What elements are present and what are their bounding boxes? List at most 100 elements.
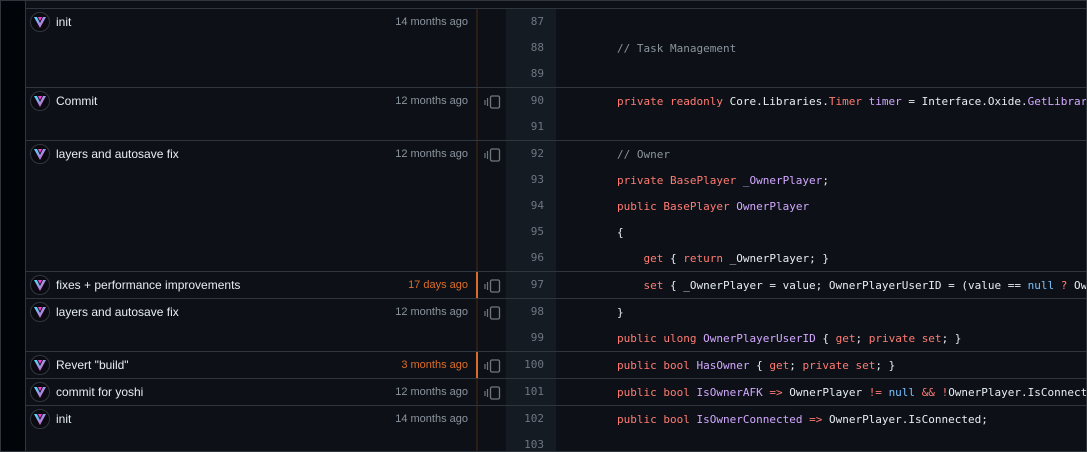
code-line: 88 // Task Management [506, 35, 1086, 61]
blame-hunk: fixes + performance improvements 17 days… [26, 271, 1086, 298]
reblame-icon[interactable] [483, 306, 501, 351]
line-number[interactable]: 90 [506, 88, 556, 114]
line-number[interactable]: 99 [506, 325, 556, 351]
code-token: _OwnerPlayer; } [722, 251, 829, 265]
line-number[interactable]: 92 [506, 141, 556, 167]
line-number[interactable]: 94 [506, 193, 556, 219]
code-text: public bool HasOwner { get; private set;… [556, 359, 895, 372]
commit-message-link[interactable]: init [56, 412, 395, 426]
code-line: 95 { [506, 219, 1086, 245]
reblame-icon[interactable] [483, 148, 501, 271]
code-token: { [815, 331, 836, 345]
code-token: get [643, 251, 664, 265]
code-line: 101 public bool IsOwnerAFK => OwnerPlaye… [506, 379, 1087, 405]
code-token: null [888, 385, 916, 399]
code-token: private [616, 94, 664, 108]
commit-message-link[interactable]: fixes + performance improvements [56, 278, 408, 292]
reblame-icon[interactable] [483, 386, 501, 405]
code-token: } [564, 305, 624, 319]
line-number[interactable]: 102 [506, 406, 556, 432]
code-line: 102 public bool IsOwnerConnected => Owne… [506, 406, 1086, 432]
blame-hunk: layers and autosave fix 12 months ago 92… [26, 140, 1086, 271]
author-avatar-icon[interactable] [30, 382, 50, 402]
code-token: public [616, 358, 657, 372]
commit-age: 12 months ago [395, 306, 468, 318]
code-line: 97 set { _OwnerPlayer = value; OwnerPlay… [506, 272, 1087, 298]
blame-view: init 14 months ago 87 88 // Task Manageme… [0, 0, 1087, 452]
line-number[interactable]: 95 [506, 219, 556, 245]
code-token: private [616, 173, 664, 187]
blame-commit-info: layers and autosave fix 12 months ago [26, 141, 476, 271]
author-avatar-icon[interactable] [30, 144, 50, 164]
code-line: 100 public bool HasOwner { get; private … [506, 352, 1086, 378]
line-number[interactable]: 96 [506, 245, 556, 271]
code-token: => [809, 412, 823, 426]
author-avatar-icon[interactable] [30, 275, 50, 295]
line-number[interactable]: 88 [506, 35, 556, 61]
author-avatar-icon[interactable] [30, 302, 50, 322]
code-token: && [921, 385, 935, 399]
code-token: OwnerPlayer [782, 385, 869, 399]
code-token: private [868, 331, 916, 345]
author-avatar-icon[interactable] [30, 91, 50, 111]
blame-commit-info: commit for yoshi 12 months ago [26, 379, 476, 405]
reblame-icon[interactable] [483, 95, 501, 140]
code-token: GetLibrary [1027, 94, 1087, 108]
line-number[interactable]: 98 [506, 299, 556, 325]
code-token: { [749, 358, 770, 372]
commit-message-link[interactable]: Revert "build" [56, 358, 401, 372]
code-text: // Task Management [556, 42, 736, 55]
commit-age: 12 months ago [395, 95, 468, 107]
code-token: _OwnerPlayer [742, 173, 823, 187]
code-token: bool [663, 412, 690, 426]
code-token: set [855, 358, 876, 372]
line-number[interactable]: 89 [506, 61, 556, 87]
commit-message-link[interactable]: layers and autosave fix [56, 305, 395, 319]
code-token: BasePlayer [663, 199, 730, 213]
commit-message-link[interactable]: init [56, 15, 395, 29]
reblame-icon[interactable] [483, 279, 501, 298]
code-line: 92 // Owner [506, 141, 1086, 167]
code-token: Core.Libraries. [722, 94, 829, 108]
line-number[interactable]: 103 [506, 432, 556, 451]
code-token: set [643, 278, 664, 292]
line-number[interactable]: 97 [506, 272, 556, 298]
code-token: bool [663, 358, 690, 372]
author-avatar-icon[interactable] [30, 355, 50, 375]
commit-message-link[interactable]: Commit [56, 94, 395, 108]
code-text: public bool IsOwnerConnected => OwnerPla… [556, 413, 988, 426]
reblame-icon[interactable] [483, 359, 501, 378]
line-number[interactable]: 91 [506, 114, 556, 140]
blame-rows: init 14 months ago 87 88 // Task Manageme… [26, 8, 1087, 451]
author-avatar-icon[interactable] [30, 409, 50, 429]
code-token: return [683, 251, 723, 265]
commit-message-link[interactable]: commit for yoshi [56, 385, 395, 399]
code-token: IsOwnerAFK [696, 385, 763, 399]
commit-message-link[interactable]: layers and autosave fix [56, 147, 395, 161]
author-avatar-icon[interactable] [30, 12, 50, 32]
line-number[interactable]: 93 [506, 167, 556, 193]
code-token: ; } [941, 331, 962, 345]
code-token: ulong [663, 331, 697, 345]
blame-commit-info: init 14 months ago [26, 406, 476, 451]
line-number[interactable]: 87 [506, 9, 556, 35]
code-token: OwnerPlayer.IsConnected; [948, 385, 1087, 399]
code-token: OwnerPlayer.UserIDString [1073, 278, 1087, 292]
line-number[interactable]: 100 [506, 352, 556, 378]
line-number[interactable]: 101 [506, 379, 556, 405]
code-line: 89 [506, 61, 1086, 87]
code-text: public ulong OwnerPlayerUserID { get; pr… [556, 332, 961, 345]
code-token: { [564, 225, 624, 239]
blame-commit-info: Commit 12 months ago [26, 88, 476, 140]
